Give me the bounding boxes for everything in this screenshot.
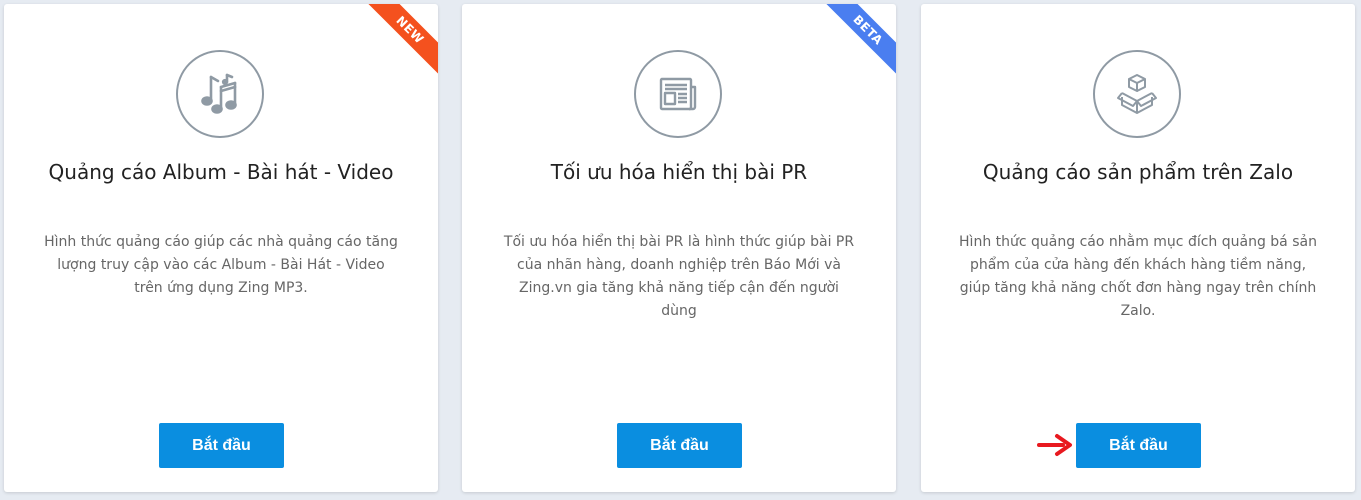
red-arrow-icon [1037,434,1072,456]
start-button-zalo-product-ads[interactable]: Bắt đầu [1076,423,1201,468]
start-button-pr-optimization[interactable]: Bắt đầu [617,423,742,468]
card-pr-optimization: BETA Tối ưu hóa hiển thị bài PR Tối ưu h… [462,4,896,492]
card-album-ads: NEW Quảng cáo Album - Bài hát - Video Hì… [4,4,438,492]
card-description: Hình thức quảng cáo giúp các nhà quảng c… [44,234,398,296]
package-box-icon [1093,50,1181,138]
new-ribbon-badge: NEW [363,4,438,77]
card-title: Quảng cáo Album - Bài hát - Video [48,160,394,184]
beta-ribbon-badge: BETA [821,4,896,77]
card-description: Hình thức quảng cáo nhằm mục đích quảng … [959,234,1317,319]
card-title: Tối ưu hóa hiển thị bài PR [550,160,808,184]
card-description: Tối ưu hóa hiển thị bài PR là hình thức … [503,234,855,319]
card-zalo-product-ads: Quảng cáo sản phẩm trên Zalo Hình thức q… [921,4,1355,492]
product-selection-page: NEW Quảng cáo Album - Bài hát - Video Hì… [0,0,1361,500]
newspaper-icon [634,50,722,138]
start-button-album-ads[interactable]: Bắt đầu [159,423,284,468]
music-notes-icon [176,50,264,138]
card-title: Quảng cáo sản phẩm trên Zalo [982,160,1294,184]
